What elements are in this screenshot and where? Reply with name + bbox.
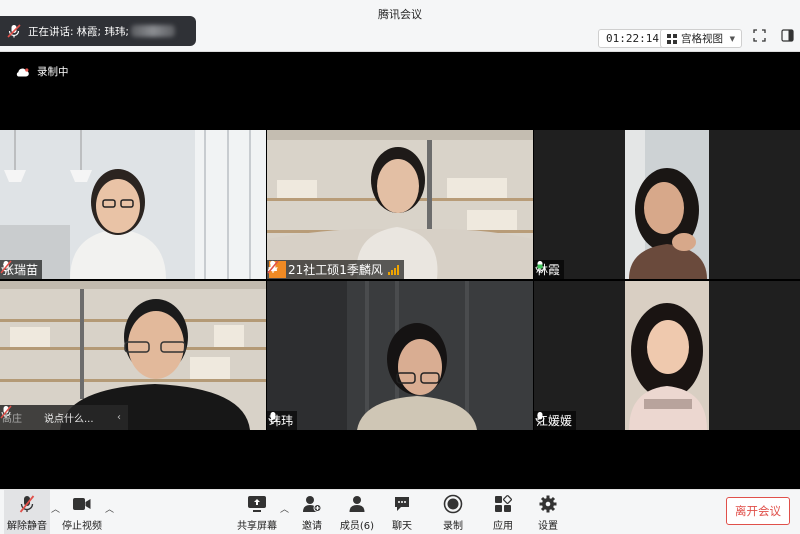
participant-name-tag: 林霞 [534, 260, 565, 279]
settings-button[interactable]: 设置 [523, 493, 573, 532]
bottom-toolbar: 解除静音 ︿ 停止视频 ︿ 共享屏幕 ︿ 邀请 成员(6) 聊天 录制 应用 设… [0, 489, 800, 534]
unmute-button[interactable]: 解除静音 [4, 493, 50, 532]
mic-muted-icon [267, 260, 279, 274]
recording-label: 录制中 [37, 66, 69, 78]
chat-icon [395, 497, 409, 511]
record-icon [443, 494, 463, 514]
speaking-indicator: 正在讲话: 林霞; 玮玮; [0, 16, 196, 46]
settings-label: 设置 [538, 521, 558, 532]
invite-user-icon [303, 496, 322, 512]
participant-name-tag: 张瑞苗 [0, 260, 43, 279]
video-options-caret-icon[interactable]: ︿ [105, 502, 114, 515]
members-label: 成员(6) [339, 521, 375, 532]
participant-video [534, 130, 800, 279]
speaking-prefix: 正在讲话: [28, 25, 74, 38]
recording-indicator: 录制中 [15, 64, 69, 79]
video-grid: 张瑞苗 21社工硕1季麟风 林霞 高庄 说点什么... ‹ 玮玮 江媛媛 [0, 130, 800, 430]
sidebar-toggle-icon[interactable] [778, 29, 797, 48]
mic-icon [268, 412, 278, 424]
members-icon [349, 496, 365, 512]
chat-quick-input[interactable]: 高庄 说点什么... ‹ [0, 405, 128, 430]
participant-video [534, 281, 800, 430]
chat-button[interactable]: 聊天 [377, 493, 427, 532]
participant-name-tag: 玮玮 [267, 411, 298, 430]
chevron-down-icon: ▼ [729, 34, 735, 43]
network-signal-icon [387, 264, 400, 275]
gear-icon [539, 495, 557, 513]
participant-name: 21社工硕1季麟风 [288, 263, 383, 277]
video-tile[interactable]: 张瑞苗 [0, 130, 266, 279]
mic-muted-icon [7, 24, 21, 38]
participant-name-tag: 江媛媛 [534, 411, 577, 430]
video-tile[interactable]: 江媛媛 [534, 281, 800, 430]
unmute-label: 解除静音 [7, 521, 47, 532]
video-tile[interactable]: 高庄 说点什么... ‹ [0, 281, 266, 430]
blurred-name [130, 25, 175, 37]
cloud-record-icon [16, 67, 29, 76]
chevron-left-icon[interactable]: ‹ [110, 412, 128, 423]
title-bar: 腾讯会议 正在讲话: 林霞; 玮玮; 01:22:14 宫格视图 ▼ [0, 0, 800, 52]
chat-placeholder[interactable]: 说点什么... [44, 410, 110, 425]
participant-video [267, 281, 533, 430]
share-screen-icon [248, 496, 266, 512]
record-button[interactable]: 录制 [428, 493, 478, 532]
record-label: 录制 [443, 521, 463, 532]
apps-label: 应用 [493, 521, 513, 532]
view-mode-button[interactable]: 宫格视图 ▼ [660, 29, 742, 48]
speaking-names: 林霞; 玮玮; [76, 25, 129, 38]
mic-icon [535, 412, 545, 424]
grid-view-icon [667, 33, 677, 44]
leave-meeting-button[interactable]: 离开会议 [726, 497, 790, 525]
stop-video-button[interactable]: 停止视频 [57, 493, 107, 532]
chat-sender: 高庄 [0, 405, 44, 425]
mic-speaking-icon [535, 261, 545, 273]
invite-label: 邀请 [302, 521, 322, 532]
share-screen-button[interactable]: 共享屏幕 [232, 493, 282, 532]
mic-muted-icon [0, 260, 12, 274]
chat-label: 聊天 [392, 521, 412, 532]
stop-video-label: 停止视频 [62, 521, 102, 532]
video-camera-icon [73, 498, 91, 510]
participant-video [267, 130, 533, 279]
mic-muted-icon [19, 495, 35, 513]
fullscreen-icon[interactable] [750, 29, 769, 48]
video-tile[interactable]: 21社工硕1季麟风 [267, 130, 533, 279]
video-tile-active[interactable]: 林霞 [534, 130, 800, 279]
participant-video [0, 130, 266, 279]
view-mode-label: 宫格视图 [681, 33, 723, 45]
invite-button[interactable]: 邀请 [287, 493, 337, 532]
apps-icon [495, 495, 512, 512]
members-button[interactable]: 成员(6) [332, 493, 382, 532]
apps-button[interactable]: 应用 [478, 493, 528, 532]
meeting-timer: 01:22:14 [598, 29, 667, 48]
participant-name-tag: 21社工硕1季麟风 [267, 260, 404, 279]
share-screen-label: 共享屏幕 [237, 521, 277, 532]
mic-muted-icon [0, 405, 12, 419]
video-tile[interactable]: 玮玮 [267, 281, 533, 430]
